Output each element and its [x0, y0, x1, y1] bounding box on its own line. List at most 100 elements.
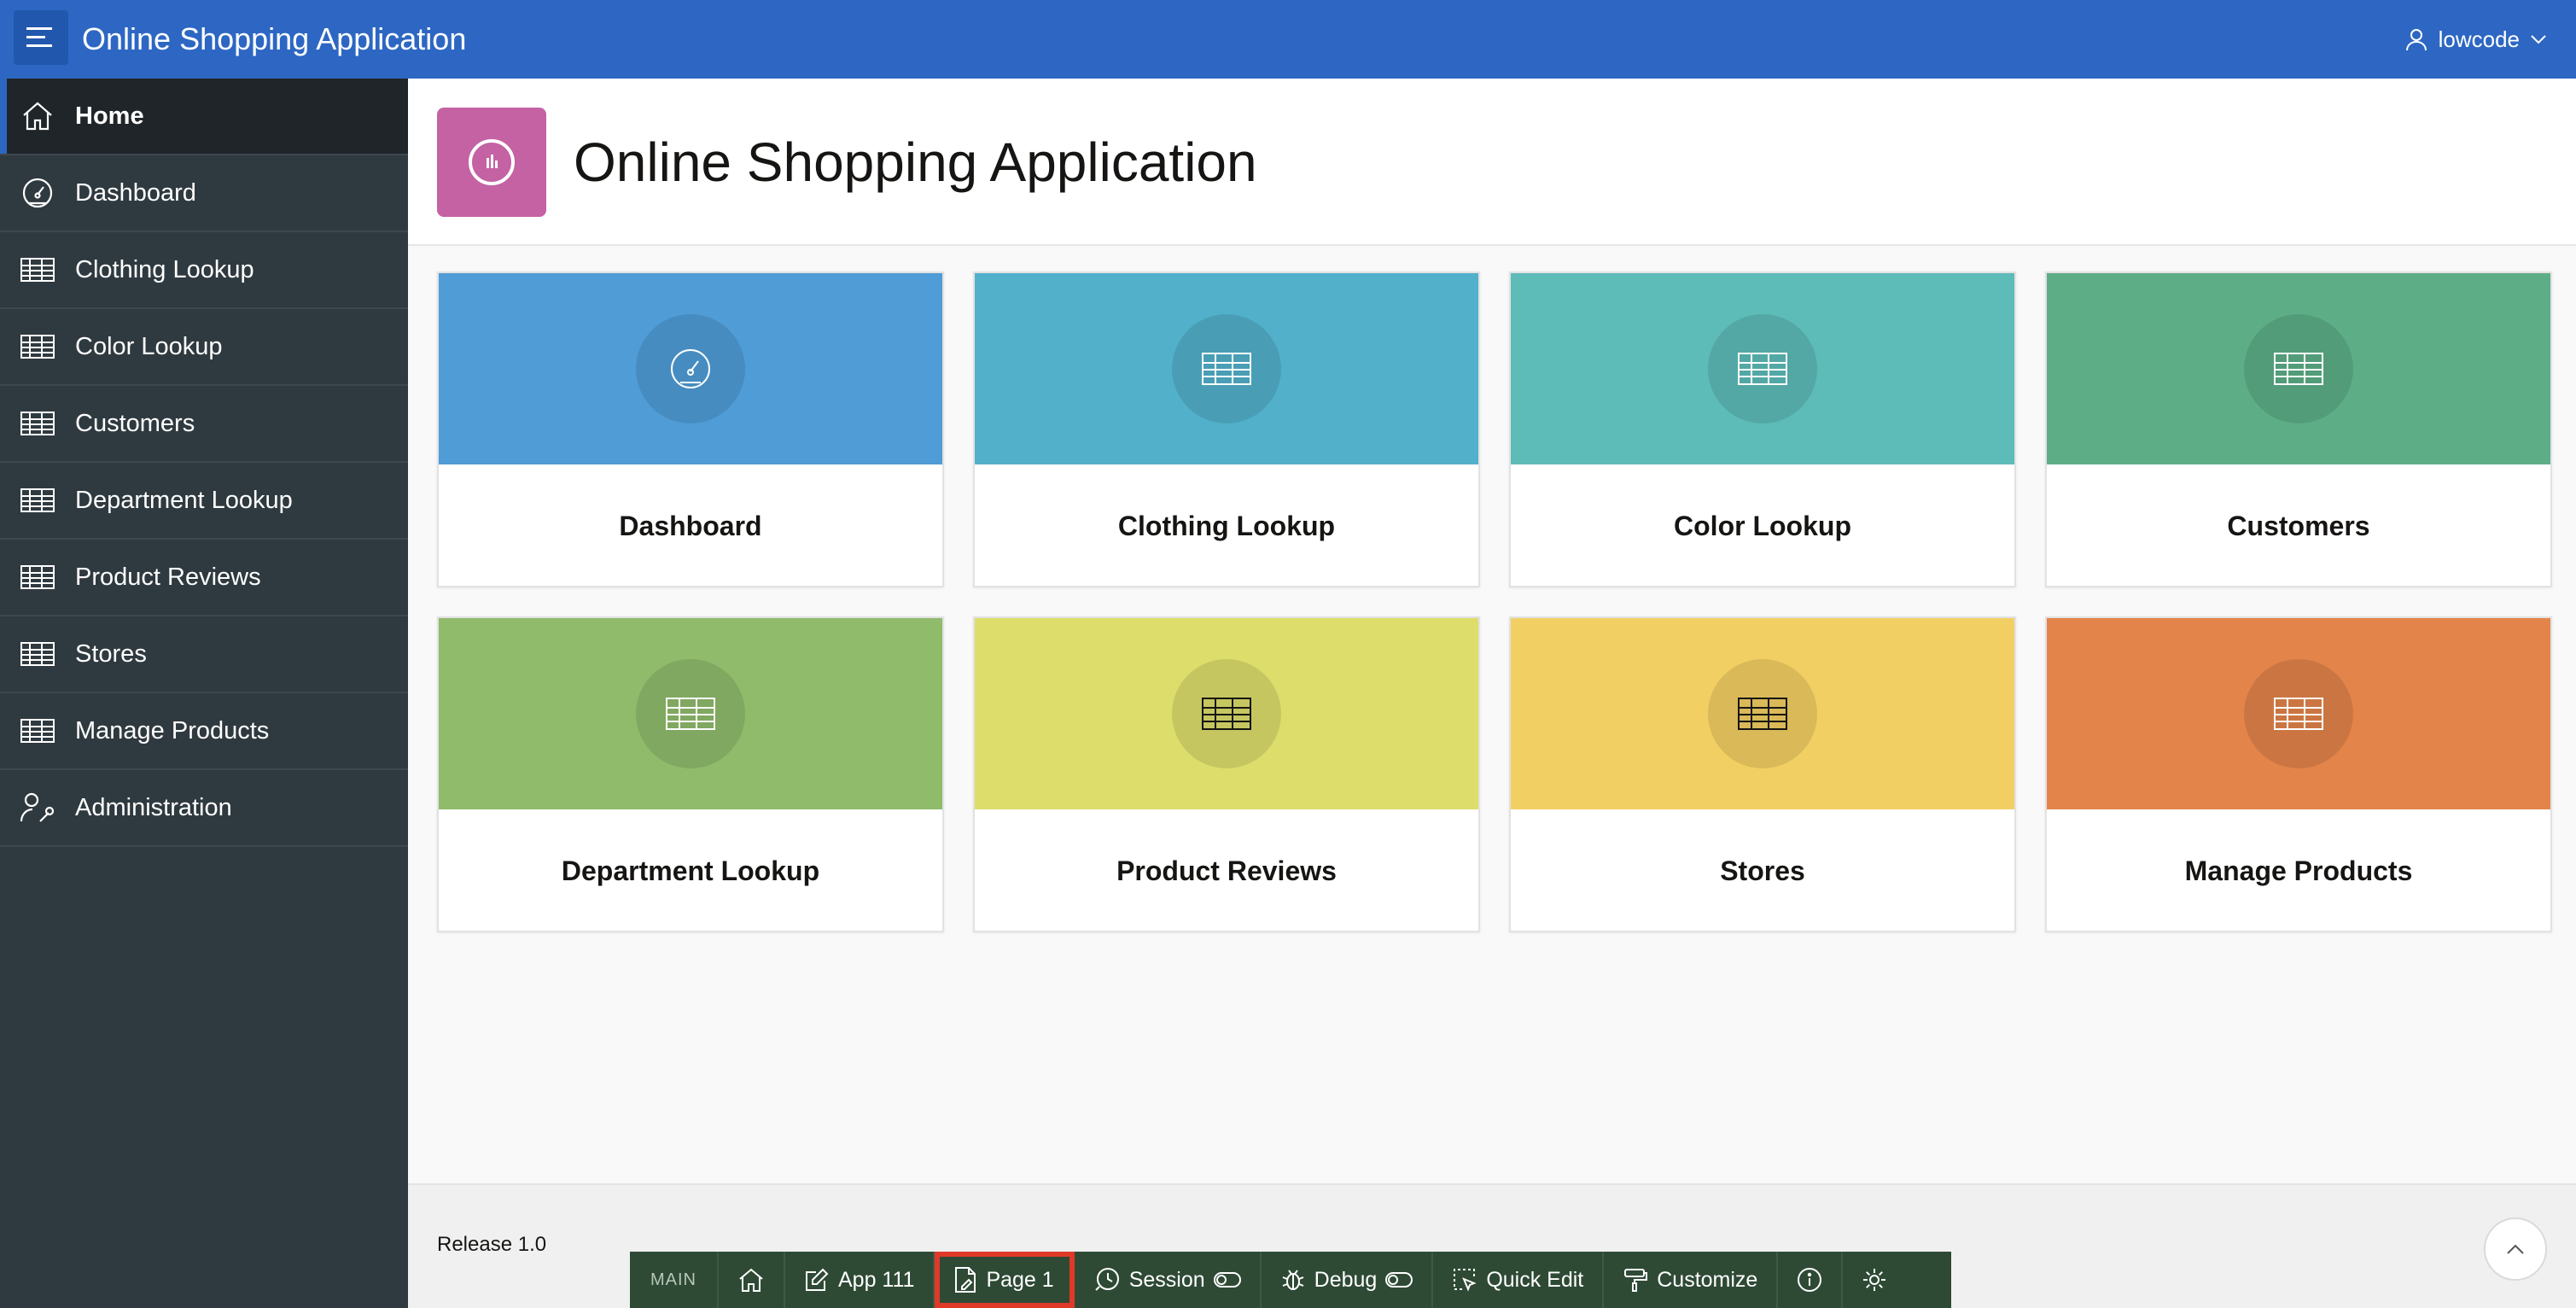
sidebar-item-label: Color Lookup [75, 332, 223, 360]
sidebar-item-label: Dashboard [75, 178, 196, 207]
card-banner [1511, 618, 2014, 809]
username-label: lowcode [2438, 26, 2520, 52]
card-title: Product Reviews [1116, 855, 1337, 886]
sidebar-item-home[interactable]: Home [0, 79, 408, 155]
card-banner [975, 273, 1478, 464]
card-title: Department Lookup [561, 855, 820, 886]
sidebar-item-label: Product Reviews [75, 563, 261, 591]
page-edit-icon [953, 1266, 977, 1293]
chevron-up-icon [2506, 1243, 2525, 1255]
sidebar-item-manage-products[interactable]: Manage Products [0, 693, 408, 770]
card-title: Clothing Lookup [1117, 510, 1336, 541]
dashboard-icon [0, 176, 75, 210]
app-title[interactable]: Online Shopping Application [82, 0, 466, 79]
sidebar-item-clothing-lookup[interactable]: Clothing Lookup [0, 232, 408, 309]
devbar-customize-label: Customize [1657, 1267, 1758, 1292]
devbar-debug-button[interactable]: Debug [1262, 1252, 1434, 1308]
sidebar-item-label: Home [75, 102, 144, 130]
home-icon [737, 1266, 765, 1293]
user-wrench-icon [0, 791, 75, 825]
sidebar-item-stores[interactable]: Stores [0, 616, 408, 693]
sidebar-item-dashboard[interactable]: Dashboard [0, 155, 408, 232]
table-icon [1708, 659, 1817, 768]
card-grid: Dashboard Clothing Lookup Color Lookup C… [437, 272, 2552, 932]
table-icon [0, 565, 75, 589]
card-title: Dashboard [619, 510, 762, 541]
card-banner [2047, 273, 2550, 464]
dashboard-icon [636, 314, 745, 423]
sidebar-item-label: Clothing Lookup [75, 255, 254, 283]
table-icon [0, 412, 75, 435]
devbar-app-button[interactable]: App 111 [785, 1252, 935, 1308]
table-icon [0, 642, 75, 666]
sidebar-item-label: Manage Products [75, 716, 270, 745]
table-icon [1172, 314, 1281, 423]
table-icon [0, 335, 75, 359]
card-dashboard[interactable]: Dashboard [437, 272, 944, 587]
devbar-page-button[interactable]: Page 1 [935, 1252, 1075, 1308]
sidebar-nav: Home Dashboard Clothing Lookup Color Loo… [0, 79, 408, 1308]
sidebar-item-label: Administration [75, 793, 232, 821]
sidebar-item-color-lookup[interactable]: Color Lookup [0, 309, 408, 386]
card-banner [2047, 618, 2550, 809]
quick-edit-icon [1452, 1267, 1477, 1293]
developer-toolbar: MAIN App 111 Page 1 Session Debug Quick … [630, 1252, 1951, 1308]
card-clothing-lookup[interactable]: Clothing Lookup [973, 272, 1480, 587]
table-icon [2244, 314, 2353, 423]
scroll-to-top-button[interactable] [2484, 1217, 2547, 1281]
card-banner [1511, 273, 2014, 464]
app-header: Online Shopping Application lowcode [0, 0, 2576, 79]
card-banner [975, 618, 1478, 809]
chevron-down-icon [2530, 34, 2547, 44]
sidebar-item-label: Department Lookup [75, 486, 293, 514]
devbar-home-button[interactable] [719, 1252, 785, 1308]
card-stores[interactable]: Stores [1509, 616, 2016, 932]
table-icon [1708, 314, 1817, 423]
devbar-session-button[interactable]: Session [1075, 1252, 1262, 1308]
sidebar-item-administration[interactable]: Administration [0, 770, 408, 847]
table-icon [2244, 659, 2353, 768]
card-banner [439, 618, 942, 809]
table-icon [636, 659, 745, 768]
card-banner [439, 273, 942, 464]
main-content: Online Shopping Application Dashboard Cl… [408, 79, 2576, 1308]
devbar-quick-edit-label: Quick Edit [1486, 1267, 1584, 1292]
devbar-main-label: MAIN [630, 1252, 719, 1308]
devbar-settings-button[interactable] [1843, 1252, 1906, 1308]
bug-icon [1280, 1267, 1306, 1293]
sidebar-item-label: Customers [75, 409, 195, 437]
user-icon [2404, 27, 2428, 51]
edit-icon [804, 1267, 830, 1293]
table-icon [1172, 659, 1281, 768]
devbar-debug-label: Debug [1314, 1267, 1378, 1292]
sidebar-item-customers[interactable]: Customers [0, 386, 408, 463]
table-icon [0, 719, 75, 743]
hero-region: Online Shopping Application [408, 79, 2576, 246]
session-icon [1093, 1266, 1121, 1293]
release-label: Release 1.0 [437, 1233, 547, 1256]
table-icon [0, 488, 75, 512]
user-menu[interactable]: lowcode [2404, 0, 2547, 79]
devbar-info-button[interactable] [1778, 1252, 1844, 1308]
toggle-icon [1385, 1272, 1413, 1288]
table-icon [0, 258, 75, 282]
card-product-reviews[interactable]: Product Reviews [973, 616, 1480, 932]
paint-roller-icon [1623, 1267, 1648, 1293]
devbar-quick-edit-button[interactable]: Quick Edit [1433, 1252, 1605, 1308]
devbar-customize-button[interactable]: Customize [1604, 1252, 1779, 1308]
sidebar-item-product-reviews[interactable]: Product Reviews [0, 540, 408, 616]
card-title: Color Lookup [1674, 510, 1851, 541]
gear-icon [1862, 1267, 1887, 1293]
sidebar-item-department-lookup[interactable]: Department Lookup [0, 463, 408, 540]
toggle-icon [1213, 1272, 1241, 1288]
menu-toggle-button[interactable] [14, 10, 68, 65]
card-color-lookup[interactable]: Color Lookup [1509, 272, 2016, 587]
page-title: Online Shopping Application [574, 131, 1257, 193]
devbar-app-label: App 111 [838, 1267, 915, 1292]
card-manage-products[interactable]: Manage Products [2045, 616, 2552, 932]
card-department-lookup[interactable]: Department Lookup [437, 616, 944, 932]
sidebar-item-label: Stores [75, 639, 147, 668]
card-customers[interactable]: Customers [2045, 272, 2552, 587]
hamburger-icon [26, 26, 55, 50]
devbar-session-label: Session [1128, 1267, 1205, 1292]
